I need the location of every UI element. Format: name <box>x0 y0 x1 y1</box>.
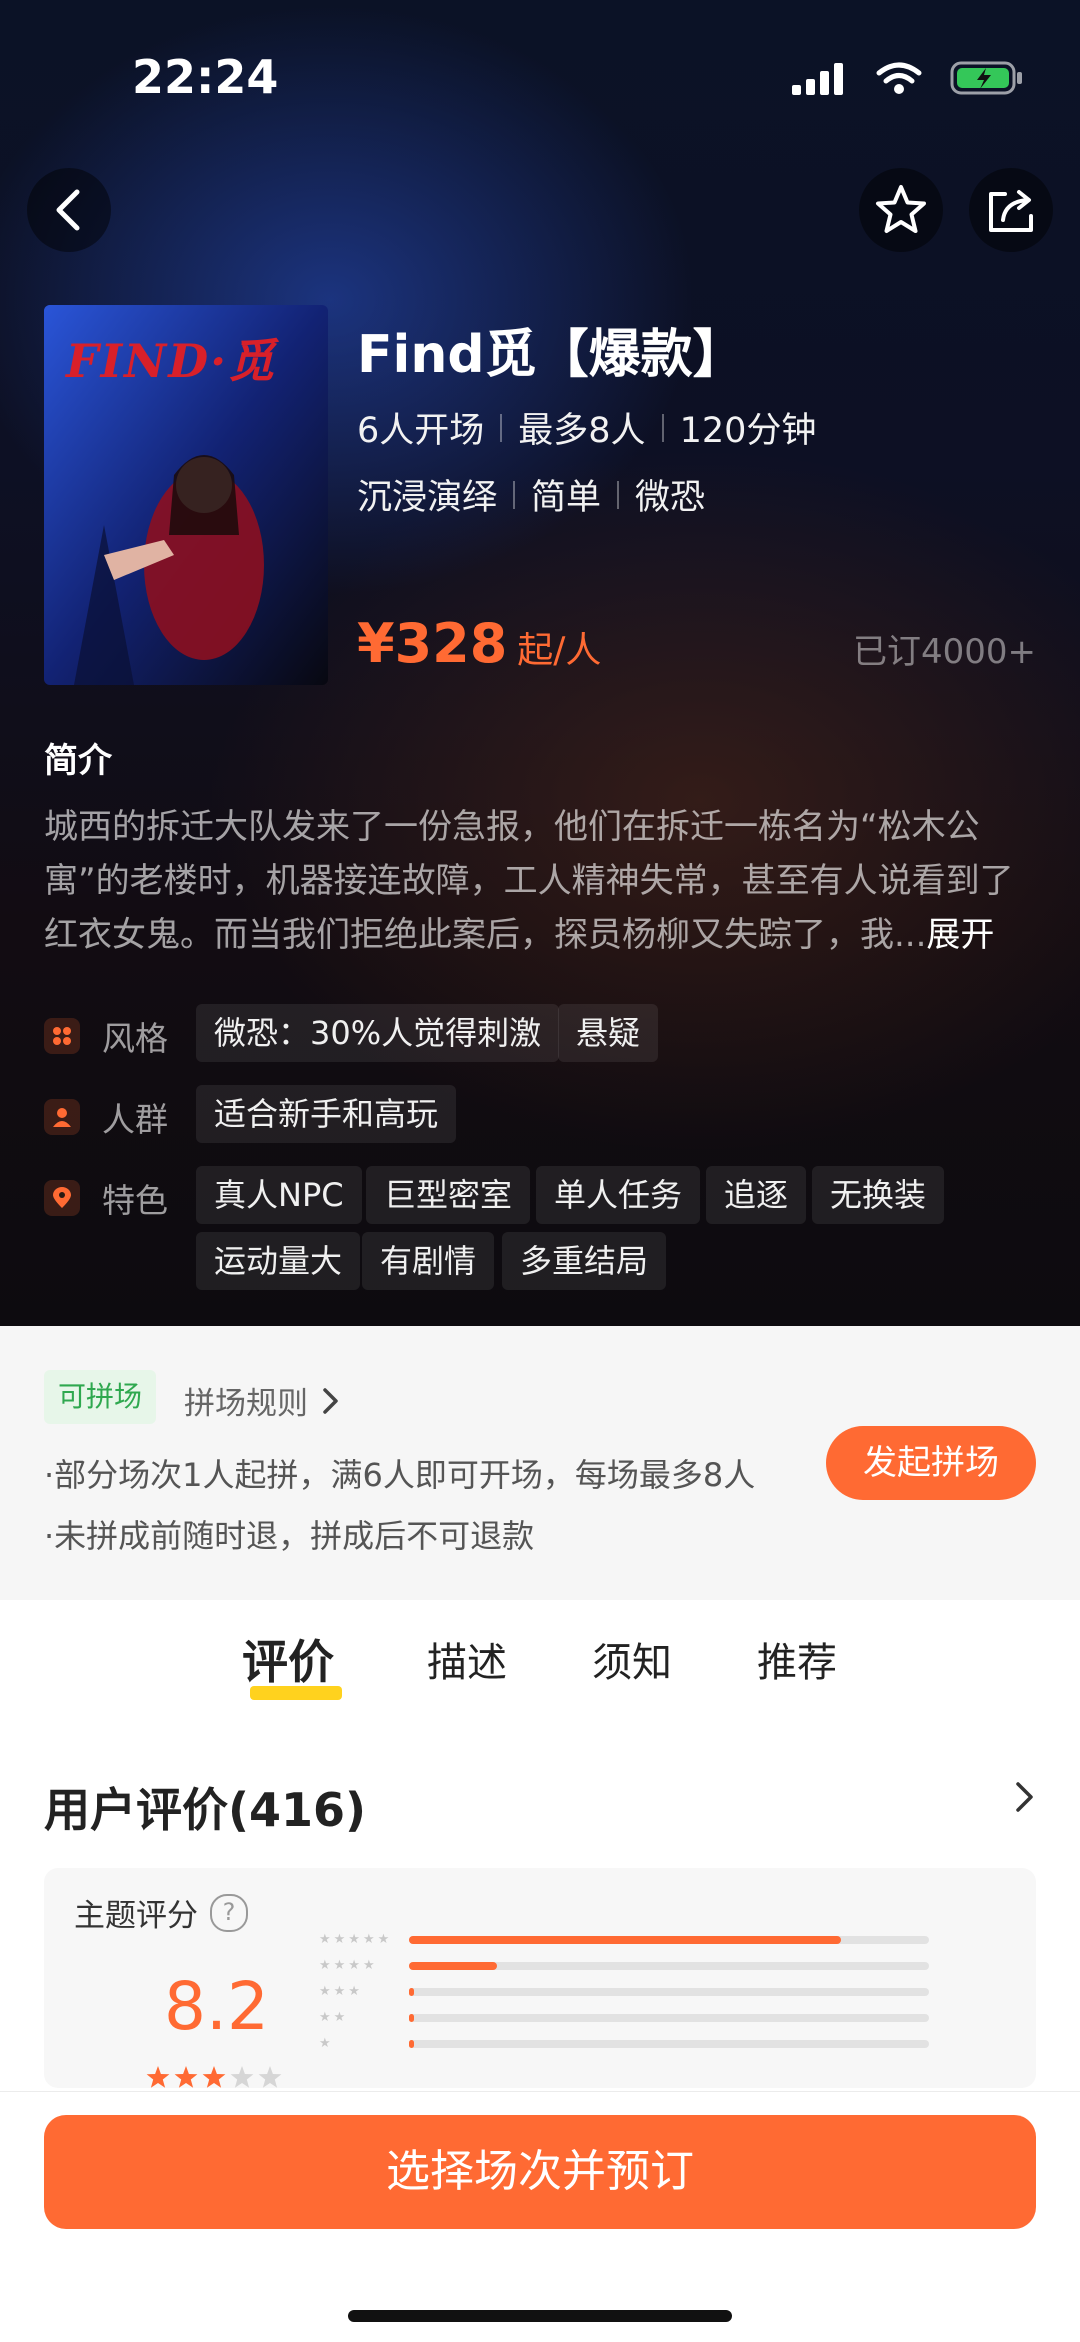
signal-icon <box>792 63 843 95</box>
sold-count: 已订4000+ <box>852 632 1036 672</box>
location-pin-icon <box>44 1180 80 1216</box>
tab-reviews[interactable]: 评价 <box>242 1626 334 1692</box>
help-icon[interactable]: ? <box>210 1893 248 1932</box>
chevron-left-icon <box>56 189 80 231</box>
rating-star-icon <box>202 2066 226 2088</box>
chevron-right-icon <box>1016 1782 1033 1812</box>
player-max: 最多8人 <box>518 411 646 451</box>
chevron-right-icon <box>323 1387 338 1414</box>
reviews-more-button[interactable] <box>1014 1780 1036 1818</box>
rating-bar-fill <box>409 2013 415 2022</box>
three-star-icons: ★★★ <box>319 1984 363 1999</box>
rating-star-icon <box>146 2066 170 2088</box>
feature-tag: 有剧情 <box>362 1232 495 1290</box>
player-min: 6人开场 <box>357 411 485 451</box>
rating-card: 主题评分 ? 8.2 ★★★★★ ★★★★ ★★★ ★★ ★ <box>44 1868 1036 2088</box>
feature-label: 特色 <box>102 1181 168 1220</box>
section-tabs: 评价 描述 须知 推荐 <box>0 1630 1080 1700</box>
two-star-icons: ★★ <box>319 2010 349 2025</box>
divider <box>617 480 620 509</box>
style-tag: 微恐：30%人觉得刺激 <box>196 1004 560 1062</box>
crowd-label: 人群 <box>102 1100 168 1139</box>
tab-description[interactable]: 描述 <box>427 1630 507 1688</box>
feature-tag: 无换装 <box>812 1166 945 1224</box>
style-row-label: 风格 <box>44 1012 168 1060</box>
home-indicator <box>348 2310 732 2322</box>
favorite-button[interactable] <box>859 168 943 252</box>
feature-tag: 单人任务 <box>536 1166 701 1224</box>
rating-bar-1: ★ <box>319 2036 929 2051</box>
tab-recommend[interactable]: 推荐 <box>757 1630 837 1688</box>
theme-title: Find觅【爆款】 <box>357 325 745 385</box>
feature-tag: 巨型密室 <box>366 1166 531 1224</box>
feature-row-label: 特色 <box>44 1174 168 1222</box>
rating-bar-3: ★★★ <box>319 1984 929 1999</box>
five-star-icons: ★★★★★ <box>319 1932 393 1947</box>
rating-bar-2: ★★ <box>319 2010 929 2025</box>
divider <box>661 413 664 442</box>
tab-notice[interactable]: 须知 <box>592 1630 672 1688</box>
theme-meta-row2: 沉浸演绎 简单 微恐 <box>357 469 705 520</box>
star-icon <box>876 185 926 233</box>
theme-cover-image: FIND·觅 <box>44 305 328 685</box>
group-rules-link[interactable]: 拼场规则 <box>184 1378 340 1423</box>
rating-bar-5: ★★★★★ <box>319 1932 929 1947</box>
rating-heading-label: 主题评分 <box>74 1898 198 1934</box>
intro-text: 城西的拆迁大队发来了一份急报，他们在拆迁一栋名为“松木公寓”的老楼时，机器接连故… <box>44 800 1044 962</box>
rating-bar-4: ★★★★ <box>319 1958 929 1973</box>
feature-tag: 追逐 <box>706 1166 807 1224</box>
divider <box>513 480 516 509</box>
cover-title: FIND·觅 <box>66 334 277 388</box>
share-button[interactable] <box>969 168 1053 252</box>
style-tag: 悬疑 <box>558 1004 659 1062</box>
status-time: 22:24 <box>132 50 279 104</box>
price-value: ¥328 <box>357 612 508 675</box>
crowd-tag: 适合新手和高玩 <box>196 1085 457 1143</box>
group-booking-section: 可拼场 拼场规则 ·部分场次1人起拼，满6人即可开场，每场最多8人 ·未拼成前随… <box>0 1326 1080 1600</box>
crowd-row-label: 人群 <box>44 1093 168 1141</box>
one-star-icons: ★ <box>319 2036 334 2051</box>
feature-tag: 多重结局 <box>502 1232 667 1290</box>
price-unit: 起/人 <box>517 630 602 671</box>
group-available-badge: 可拼场 <box>44 1370 157 1424</box>
battery-icon <box>950 61 1022 95</box>
rating-bar-fill <box>409 2039 415 2048</box>
group-rule-line: ·部分场次1人起拼，满6人即可开场，每场最多8人 <box>44 1456 756 1494</box>
theme-type: 沉浸演绎 <box>357 478 498 518</box>
rating-star-icon <box>230 2066 254 2088</box>
rating-score: 8.2 <box>164 1968 269 2045</box>
fear-level: 微恐 <box>635 478 706 518</box>
rating-stars <box>146 2066 282 2088</box>
share-icon <box>989 190 1033 232</box>
person-icon <box>44 1099 80 1135</box>
bottom-bar: 选择场次并预订 <box>0 2091 1080 2342</box>
style-label: 风格 <box>102 1019 168 1058</box>
back-button[interactable] <box>27 168 111 252</box>
rating-bar-fill <box>409 1935 841 1944</box>
rating-star-icon <box>174 2066 198 2088</box>
four-star-icons: ★★★★ <box>319 1958 378 1973</box>
rating-star-icon <box>258 2066 282 2088</box>
start-group-button[interactable]: 发起拼场 <box>826 1426 1036 1500</box>
duration: 120分钟 <box>679 411 817 451</box>
group-rules-label: 拼场规则 <box>184 1386 308 1422</box>
group-rule-line: ·未拼成前随时退，拼成后不可退款 <box>44 1517 535 1555</box>
rating-bar-fill <box>409 1961 498 1970</box>
feature-tag: 运动量大 <box>196 1232 361 1290</box>
rating-heading: 主题评分 ? <box>74 1890 248 1935</box>
difficulty: 简单 <box>531 478 602 518</box>
intro-heading: 简介 <box>44 741 112 781</box>
rating-bar-fill <box>409 1987 415 1996</box>
divider <box>500 413 503 442</box>
status-icons <box>792 60 1024 96</box>
intro-body: 城西的拆迁大队发来了一份急报，他们在拆迁一栋名为“松木公寓”的老楼时，机器接连故… <box>44 807 1014 955</box>
select-session-button[interactable]: 选择场次并预订 <box>44 2115 1036 2229</box>
price: ¥328 起/人 <box>357 612 601 675</box>
wifi-icon <box>876 62 922 94</box>
grid-icon <box>44 1018 80 1054</box>
theme-meta-row1: 6人开场 最多8人 120分钟 <box>357 402 816 453</box>
reviews-title[interactable]: 用户评价(416) <box>44 1774 366 1840</box>
expand-link[interactable]: 展开 <box>926 915 994 955</box>
feature-tag: 真人NPC <box>196 1166 362 1224</box>
